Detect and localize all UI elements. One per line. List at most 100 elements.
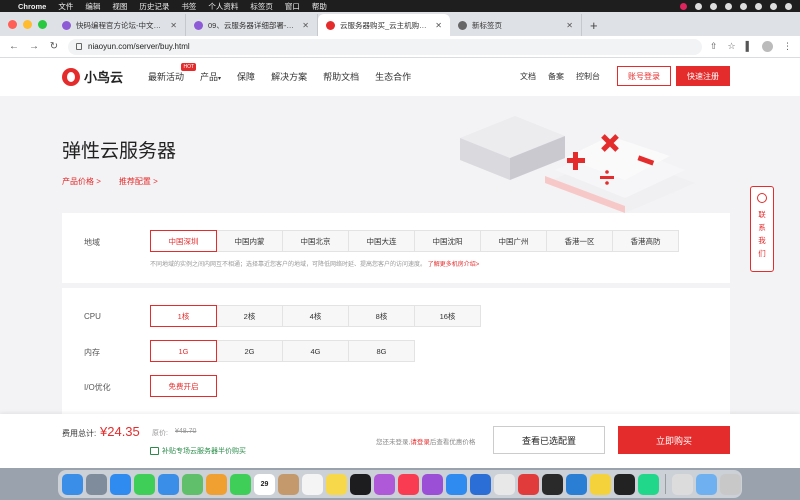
lock-icon[interactable] xyxy=(76,43,82,50)
memory-option-1g[interactable]: 1G xyxy=(150,340,217,362)
status-icon[interactable] xyxy=(695,2,702,10)
chrome-icon[interactable] xyxy=(494,473,515,495)
photos-icon[interactable] xyxy=(206,473,227,495)
nav-ecosystem[interactable]: 生态合作 xyxy=(375,70,411,83)
fullscreen-window-button[interactable] xyxy=(38,20,47,29)
menu-window[interactable]: 窗口 xyxy=(285,1,300,12)
region-option-hongkong-ddos[interactable]: 香港高防 xyxy=(612,230,679,252)
memory-option-4g[interactable]: 4G xyxy=(282,340,349,362)
contacts-icon[interactable] xyxy=(278,473,299,495)
back-icon[interactable]: ← xyxy=(8,41,20,52)
region-option-shenyang[interactable]: 中国沈阳 xyxy=(414,230,481,252)
cpu-option-2[interactable]: 2核 xyxy=(216,305,283,327)
reload-icon[interactable]: ↻ xyxy=(48,41,60,52)
bluetooth-icon[interactable] xyxy=(725,2,732,10)
menu-file[interactable]: 文件 xyxy=(58,1,73,12)
profile-avatar-icon[interactable] xyxy=(762,41,773,52)
launchpad-icon[interactable] xyxy=(86,473,107,495)
region-option-beijing[interactable]: 中国北京 xyxy=(282,230,349,252)
sidebar-icon[interactable]: ▌ xyxy=(746,41,752,52)
nav-guarantee[interactable]: 保障 xyxy=(237,70,255,83)
login-link[interactable]: 请登录 xyxy=(410,439,430,446)
status-icon[interactable] xyxy=(710,2,717,10)
cpu-option-1[interactable]: 1核 xyxy=(150,305,217,327)
link-console[interactable]: 控制台 xyxy=(576,71,600,82)
record-icon[interactable] xyxy=(680,2,687,10)
pycharm-icon[interactable] xyxy=(638,473,659,495)
region-option-neimeng[interactable]: 中国内蒙 xyxy=(216,230,283,252)
browser-tab[interactable]: 09、云服务器详细部署-软件成型 ✕ xyxy=(186,14,318,36)
tv-icon[interactable] xyxy=(350,473,371,495)
wifi-icon[interactable] xyxy=(755,2,762,10)
menu-help[interactable]: 帮助 xyxy=(312,1,327,12)
trash-icon[interactable] xyxy=(720,473,741,495)
cpu-option-8[interactable]: 8核 xyxy=(348,305,415,327)
minimize-window-button[interactable] xyxy=(23,20,32,29)
messages-icon[interactable] xyxy=(134,473,155,495)
login-button[interactable]: 账号登录 xyxy=(617,66,671,86)
vscode-icon[interactable] xyxy=(566,473,587,495)
region-option-guangzhou[interactable]: 中国广州 xyxy=(480,230,547,252)
sourcetree-icon[interactable] xyxy=(470,473,491,495)
io-option-free[interactable]: 免费开启 xyxy=(150,375,217,397)
terminal-icon[interactable] xyxy=(542,473,563,495)
battery-icon[interactable] xyxy=(740,2,747,10)
safari-icon[interactable] xyxy=(110,473,131,495)
search-icon[interactable] xyxy=(770,2,777,10)
finder-icon[interactable] xyxy=(62,473,83,495)
folder-icon[interactable] xyxy=(696,473,717,495)
nav-latest-activities[interactable]: 最新活动 HOT xyxy=(148,63,197,83)
address-bar[interactable]: niaoyun.com/server/buy.html xyxy=(68,38,702,55)
appstore-icon[interactable] xyxy=(446,473,467,495)
link-icp-filing[interactable]: 备案 xyxy=(548,71,564,82)
mail-icon[interactable] xyxy=(158,473,179,495)
calendar-icon[interactable]: 29 xyxy=(254,473,275,495)
region-option-hongkong-1[interactable]: 香港一区 xyxy=(546,230,613,252)
memory-option-8g[interactable]: 8G xyxy=(348,340,415,362)
region-option-dalian[interactable]: 中国大连 xyxy=(348,230,415,252)
recommended-config-link[interactable]: 推荐配置 > xyxy=(119,176,158,187)
menu-history[interactable]: 历史记录 xyxy=(139,1,169,12)
nav-products[interactable]: 产品▾ xyxy=(200,70,221,83)
nav-help-docs[interactable]: 帮助文档 xyxy=(323,70,359,83)
menu-bookmarks[interactable]: 书签 xyxy=(181,1,196,12)
link-docs[interactable]: 文档 xyxy=(520,71,536,82)
region-more-link[interactable]: 了解更多机房介绍> xyxy=(428,262,480,268)
browser-tab[interactable]: 快码编程官方论坛-中文H5开发 ✕ xyxy=(54,14,186,36)
music-icon[interactable] xyxy=(398,473,419,495)
share-icon[interactable]: ⇧ xyxy=(710,41,718,52)
close-tab-icon[interactable]: ✕ xyxy=(170,21,177,30)
menu-profile[interactable]: 个人资料 xyxy=(208,1,238,12)
menu-edit[interactable]: 编辑 xyxy=(85,1,100,12)
notes-icon[interactable] xyxy=(326,473,347,495)
close-tab-icon[interactable]: ✕ xyxy=(302,21,309,30)
close-window-button[interactable] xyxy=(8,20,17,29)
memory-option-2g[interactable]: 2G xyxy=(216,340,283,362)
close-tab-icon[interactable]: ✕ xyxy=(435,21,442,30)
more-menu-icon[interactable]: ⋮ xyxy=(783,41,792,52)
region-option-shenzhen[interactable]: 中国深圳 xyxy=(150,230,217,252)
preview-icon[interactable] xyxy=(672,473,693,495)
wps-icon[interactable] xyxy=(518,473,539,495)
register-button[interactable]: 快速注册 xyxy=(676,66,730,86)
control-center-icon[interactable] xyxy=(785,2,792,10)
new-tab-button[interactable]: + xyxy=(582,14,606,36)
browser-tab[interactable]: 新标签页 ✕ xyxy=(450,14,582,36)
close-tab-icon[interactable]: ✕ xyxy=(566,21,573,30)
bookmark-star-icon[interactable]: ☆ xyxy=(728,41,736,52)
facetime-icon[interactable] xyxy=(230,473,251,495)
site-logo[interactable]: 小鸟云 xyxy=(62,67,123,86)
podcasts-icon[interactable] xyxy=(374,473,395,495)
app-menu-chrome[interactable]: Chrome xyxy=(18,2,46,11)
view-selected-config-button[interactable]: 查看已选配置 xyxy=(493,426,605,454)
forward-icon[interactable]: → xyxy=(28,41,40,52)
subsidy-promo[interactable]: 补贴专场云服务器半价购买 xyxy=(150,446,246,456)
cpu-option-4[interactable]: 4核 xyxy=(282,305,349,327)
lemon-icon[interactable] xyxy=(590,473,611,495)
maps-icon[interactable] xyxy=(182,473,203,495)
menu-view[interactable]: 视图 xyxy=(112,1,127,12)
buy-now-button[interactable]: 立即购买 xyxy=(618,426,730,454)
reminders-icon[interactable] xyxy=(302,473,323,495)
product-price-link[interactable]: 产品价格 > xyxy=(62,176,101,187)
cpu-option-16[interactable]: 16核 xyxy=(414,305,481,327)
